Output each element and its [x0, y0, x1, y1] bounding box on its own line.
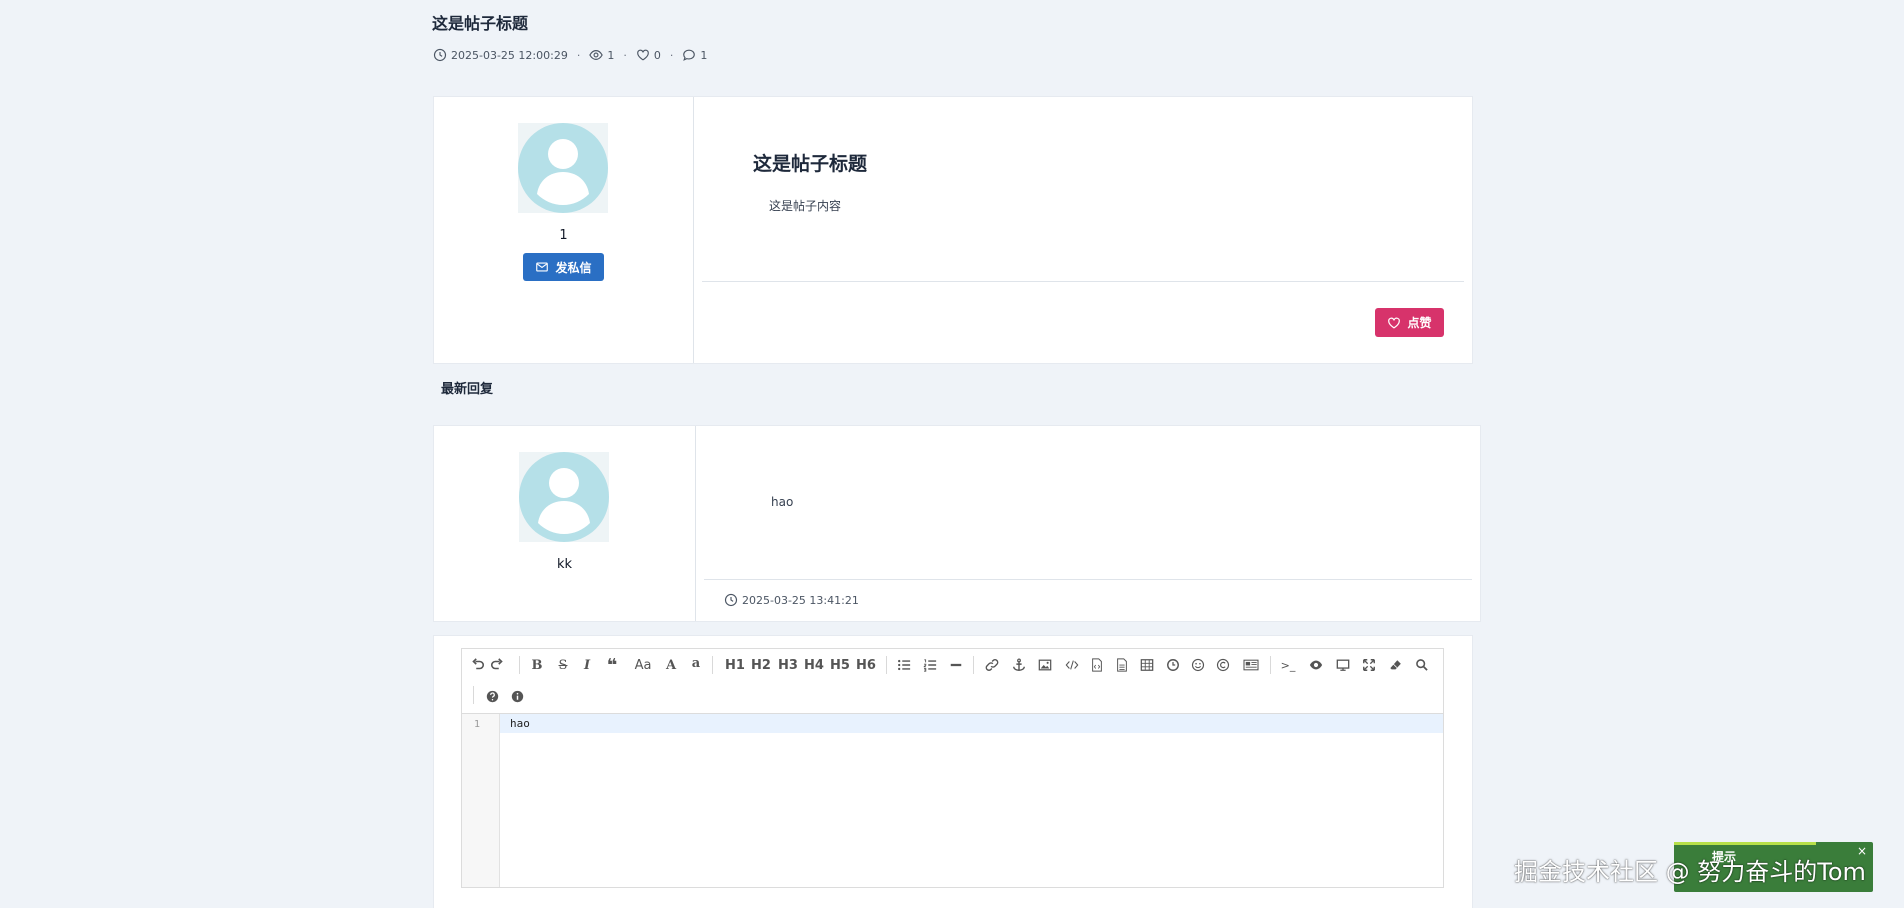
watch-icon[interactable]: [1308, 655, 1324, 675]
code-icon[interactable]: [1064, 655, 1080, 675]
view-count-text: 1: [607, 48, 615, 62]
send-message-label: 发私信: [555, 260, 592, 275]
strikethrough-icon[interactable]: S: [556, 655, 570, 675]
avatar[interactable]: [519, 452, 609, 542]
latest-replies-title: 最新回复: [441, 382, 494, 397]
unordered-list-icon[interactable]: [896, 655, 912, 675]
send-message-button[interactable]: 发私信: [523, 253, 604, 281]
table-icon[interactable]: [1139, 655, 1155, 675]
avatar[interactable]: [518, 123, 608, 213]
like-button[interactable]: 点赞: [1375, 308, 1444, 337]
toolbar-divider: [519, 656, 520, 674]
toolbar-divider: [886, 656, 887, 674]
horizontal-rule-icon[interactable]: [948, 655, 964, 675]
code-block-icon[interactable]: [1090, 655, 1104, 675]
reply-content: hao: [771, 495, 794, 509]
info-icon[interactable]: [509, 686, 525, 706]
reply-divider: [704, 579, 1472, 580]
ordered-list-icon[interactable]: [922, 655, 938, 675]
separator-dot: ·: [623, 48, 627, 62]
line-number-gutter: 1: [462, 714, 500, 887]
author-name[interactable]: 1: [434, 228, 693, 243]
separator-dot: ·: [669, 48, 674, 62]
reply-card: kk hao 2025-03-25 13:41:21: [433, 425, 1481, 622]
post-content: 这是帖子内容: [769, 199, 842, 213]
redo-icon[interactable]: [489, 655, 505, 675]
clock-icon: [724, 593, 738, 607]
eye-icon: [589, 50, 604, 60]
h1-button[interactable]: H1: [725, 655, 745, 675]
h5-button[interactable]: H5: [830, 655, 850, 675]
editor-toolbar: B S I ❝ Aa A a H1 H2 H3 H4 H5 H6 >_: [462, 649, 1443, 714]
reply-author-name[interactable]: kk: [434, 557, 695, 572]
toolbar-divider: [473, 686, 474, 704]
line-number: 1: [474, 719, 481, 730]
reply-time-text: 2025-03-25 13:41:21: [742, 593, 859, 607]
editor-line-text[interactable]: hao: [510, 717, 530, 730]
anchor-icon[interactable]: [1011, 655, 1027, 675]
separator-dot: ·: [576, 48, 581, 62]
toolbar-divider: [712, 656, 713, 674]
clear-icon[interactable]: [1388, 655, 1404, 675]
link-icon[interactable]: [984, 655, 1000, 675]
author-panel: 1 发私信: [434, 97, 694, 363]
font-size-icon[interactable]: Aa: [632, 655, 654, 675]
markdown-editor: B S I ❝ Aa A a H1 H2 H3 H4 H5 H6 >_ 1 ha…: [461, 648, 1444, 888]
view-count: 1: [589, 48, 614, 62]
goto-line-icon[interactable]: >_: [1280, 655, 1296, 675]
toolbar-divider: [1270, 656, 1271, 674]
post-heading: 这是帖子标题: [753, 153, 868, 175]
h6-button[interactable]: H6: [856, 655, 876, 675]
like-button-label: 点赞: [1407, 316, 1432, 330]
post-card: 1 发私信 这是帖子标题 这是帖子内容 点赞: [433, 96, 1473, 364]
uppercase-icon[interactable]: A: [664, 655, 678, 675]
post-meta: 2025-03-25 12:00:29 · 1 · 0 · 1: [433, 48, 707, 62]
help-icon[interactable]: [484, 686, 500, 706]
comment-icon: [683, 49, 696, 61]
h4-button[interactable]: H4: [804, 655, 824, 675]
like-count-text: 0: [653, 48, 661, 62]
italic-icon[interactable]: I: [581, 655, 593, 675]
emoji-icon[interactable]: [1190, 655, 1206, 675]
quote-icon[interactable]: ❝: [605, 655, 619, 676]
html-entities-icon[interactable]: [1215, 655, 1231, 675]
like-count: 0: [636, 48, 661, 62]
heart-icon: [1388, 317, 1401, 329]
page-title: 这是帖子标题: [432, 14, 529, 33]
fullscreen-icon[interactable]: [1361, 655, 1377, 675]
reply-author-panel: kk: [434, 426, 696, 621]
post-time-text: 2025-03-25 12:00:29: [451, 48, 568, 62]
lowercase-icon[interactable]: a: [690, 653, 702, 673]
editor-text-area[interactable]: hao: [500, 714, 1443, 733]
toolbar-divider: [973, 656, 974, 674]
preformatted-icon[interactable]: [1115, 655, 1129, 675]
image-icon[interactable]: [1037, 655, 1053, 675]
toast-progress-bar: [1674, 842, 1816, 845]
user-avatar-icon: [518, 123, 608, 213]
heart-icon: [637, 49, 649, 61]
post-divider: [702, 281, 1464, 282]
watermark-text: 掘金技术社区 @ 努力奋斗的Tom: [1514, 858, 1866, 886]
bold-icon[interactable]: B: [530, 655, 544, 675]
h2-button[interactable]: H2: [751, 655, 771, 675]
h3-button[interactable]: H3: [778, 655, 798, 675]
comment-count-text: 1: [700, 48, 708, 62]
user-avatar-icon: [519, 452, 609, 542]
post-time: 2025-03-25 12:00:29: [433, 48, 568, 62]
comment-count: 1: [682, 48, 707, 62]
undo-icon[interactable]: [470, 655, 486, 675]
search-icon[interactable]: [1414, 655, 1430, 675]
pagebreak-icon[interactable]: [1242, 655, 1260, 675]
datetime-icon[interactable]: [1165, 655, 1181, 675]
clock-icon: [433, 48, 447, 62]
preview-icon[interactable]: [1335, 655, 1351, 675]
mail-icon: [536, 262, 549, 272]
reply-time: 2025-03-25 13:41:21: [724, 593, 859, 607]
